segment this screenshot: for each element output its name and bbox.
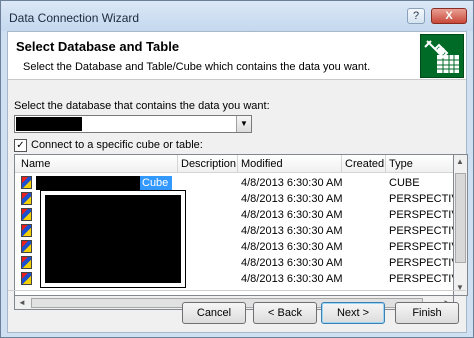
database-value-redacted <box>16 117 82 131</box>
modified-cell: 4/8/2013 6:30:30 AM <box>241 225 343 237</box>
type-cell: PERSPECTIVE <box>389 193 453 205</box>
modified-cell: 4/8/2013 6:30:30 AM <box>241 193 343 205</box>
selected-item-name[interactable]: Cube <box>36 176 172 190</box>
vertical-scroll-thumb[interactable] <box>455 173 466 263</box>
type-cell: PERSPECTIVE <box>389 273 453 285</box>
wizard-header: Select Database and Table Select the Dat… <box>8 32 466 80</box>
cube-icon <box>21 240 32 253</box>
chevron-down-icon[interactable]: ▼ <box>236 116 251 132</box>
column-header-modified[interactable]: Modified <box>241 158 283 170</box>
redacted-names-block <box>40 190 186 288</box>
type-cell: PERSPECTIVE <box>389 225 453 237</box>
column-header-name[interactable]: Name <box>21 158 50 170</box>
cube-icon <box>21 256 32 269</box>
modified-cell: 4/8/2013 6:30:30 AM <box>241 177 343 189</box>
cube-icon <box>21 192 32 205</box>
title-bar[interactable]: Data Connection Wizard ? X <box>1 1 473 31</box>
data-connection-wizard-window: Data Connection Wizard ? X Select Databa… <box>0 0 474 338</box>
modified-cell: 4/8/2013 6:30:30 AM <box>241 241 343 253</box>
modified-cell: 4/8/2013 6:30:30 AM <box>241 273 343 285</box>
data-connection-plug-icon <box>420 34 464 78</box>
cancel-button[interactable]: Cancel <box>182 302 246 324</box>
modified-cell: 4/8/2013 6:30:30 AM <box>241 257 343 269</box>
modified-cell: 4/8/2013 6:30:30 AM <box>241 209 343 221</box>
cube-icon <box>21 224 32 237</box>
type-cell: PERSPECTIVE <box>389 241 453 253</box>
wizard-content: Select Database and Table Select the Dat… <box>7 31 468 333</box>
footer-divider <box>8 290 466 291</box>
list-item[interactable]: Cube 4/8/2013 6:30:30 AM CUBE <box>15 175 453 191</box>
list-header: Name Description Modified Created Type <box>15 155 453 173</box>
step-description: Select the Database and Table/Cube which… <box>23 61 371 73</box>
back-button[interactable]: < Back <box>253 302 317 324</box>
cube-icon <box>21 272 32 285</box>
type-cell: CUBE <box>389 177 420 189</box>
type-cell: PERSPECTIVE <box>389 209 453 221</box>
type-cell: PERSPECTIVE <box>389 257 453 269</box>
next-button[interactable]: Next > <box>321 302 385 324</box>
close-button[interactable]: X <box>431 8 467 24</box>
window-title: Data Connection Wizard <box>9 11 140 25</box>
database-dropdown[interactable]: ▼ <box>14 115 252 133</box>
scroll-left-icon[interactable]: ◄ <box>18 298 26 307</box>
column-header-description[interactable]: Description <box>181 158 236 170</box>
step-title: Select Database and Table <box>16 39 180 54</box>
connect-specific-cube-label: Connect to a specific cube or table: <box>31 139 203 151</box>
connect-specific-cube-checkbox[interactable]: ✓ <box>14 139 27 152</box>
database-label: Select the database that contains the da… <box>14 100 270 112</box>
vertical-scrollbar[interactable]: ▲ ▼ <box>454 154 468 296</box>
finish-button[interactable]: Finish <box>395 302 459 324</box>
redacted-name <box>36 176 140 190</box>
help-button[interactable]: ? <box>407 8 425 24</box>
scroll-up-icon[interactable]: ▲ <box>456 157 464 166</box>
column-header-type[interactable]: Type <box>389 158 413 170</box>
cube-table-list[interactable]: Name Description Modified Created Type C… <box>14 154 454 296</box>
column-header-created[interactable]: Created <box>345 158 384 170</box>
cube-icon <box>21 176 32 189</box>
cube-icon <box>21 208 32 221</box>
